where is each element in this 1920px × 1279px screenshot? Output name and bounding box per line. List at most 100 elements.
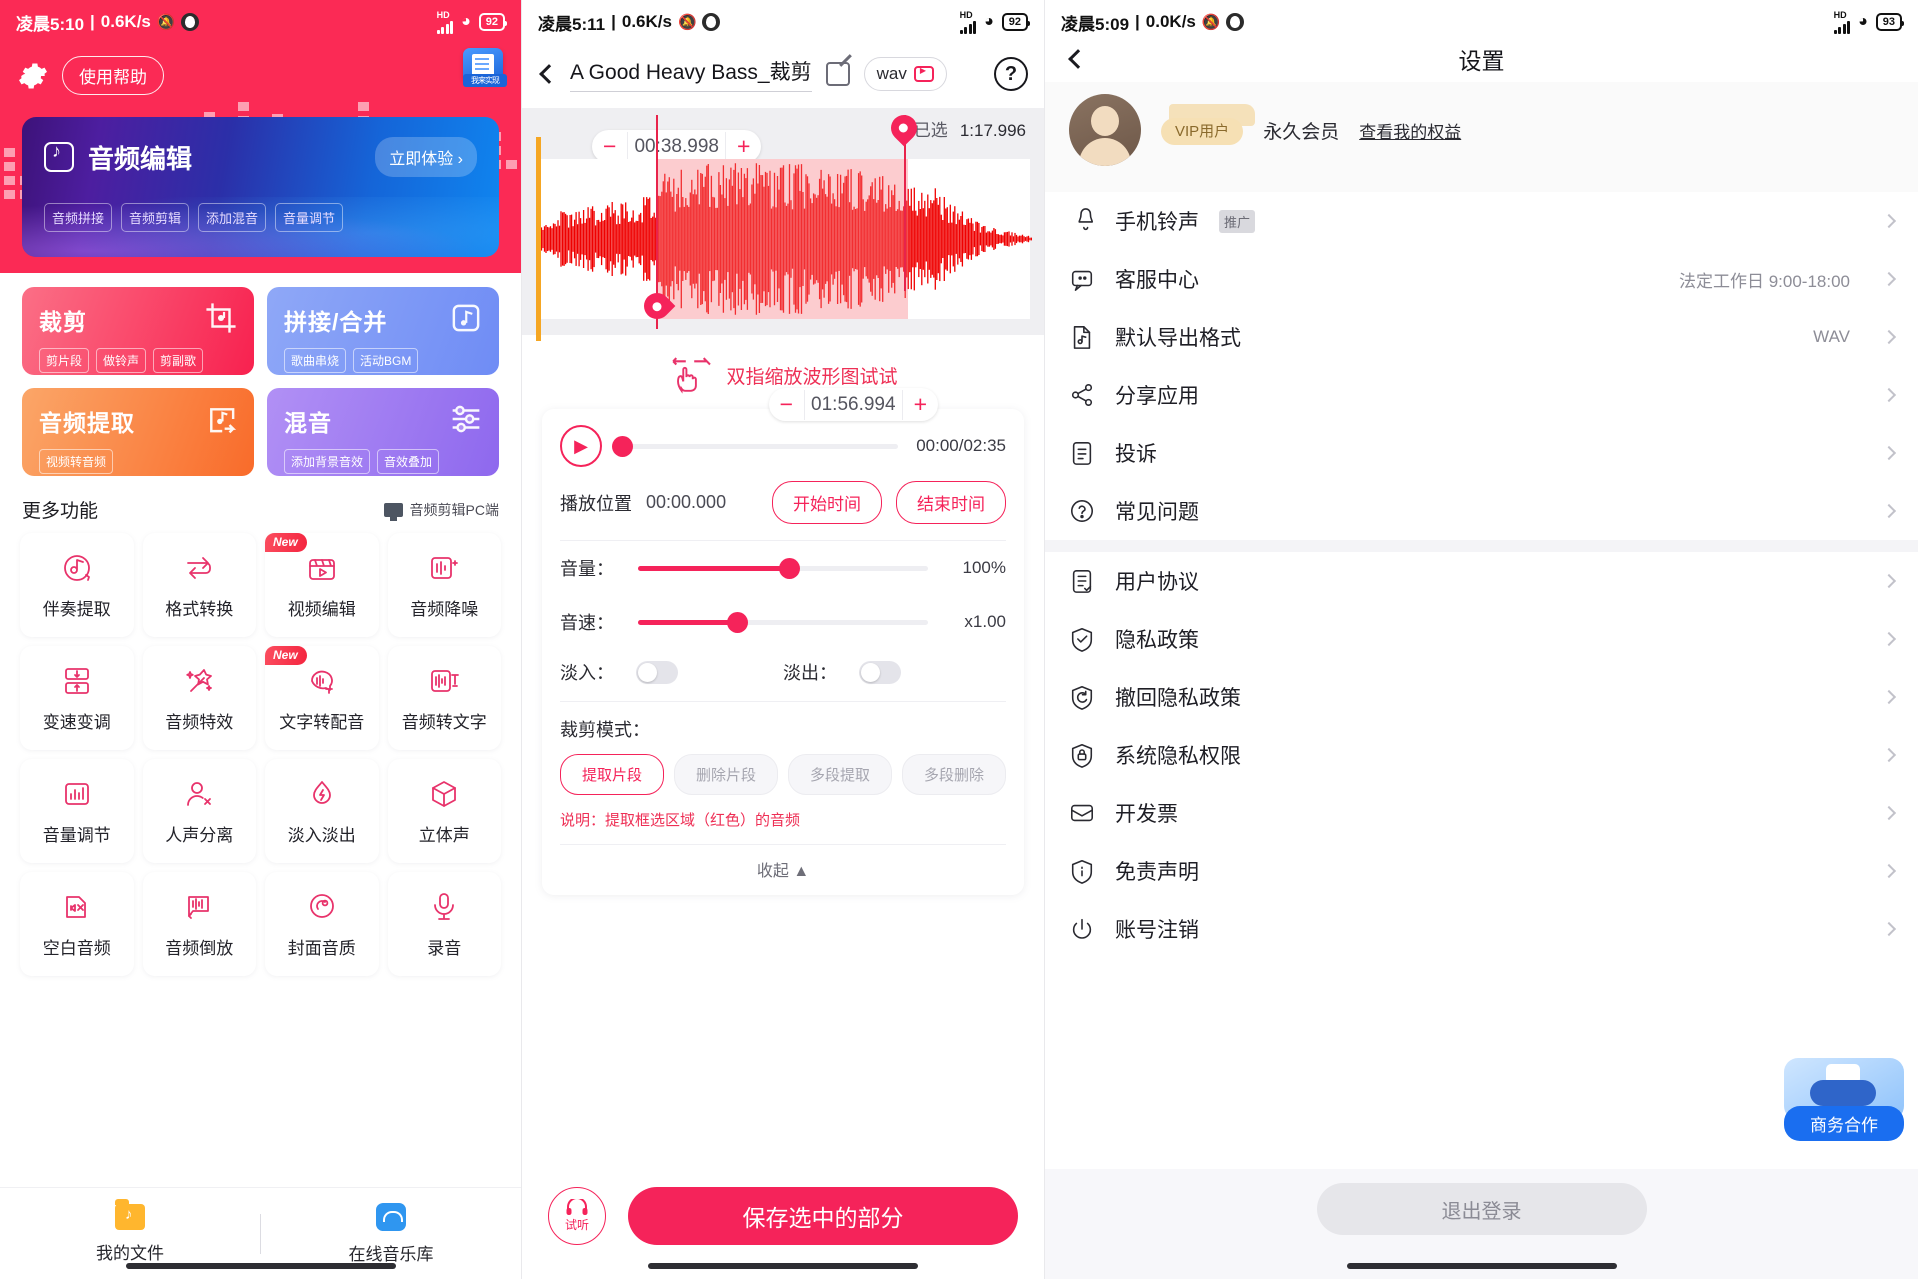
function-tile-1[interactable]: 伴奏提取 (20, 533, 134, 637)
plus-icon[interactable]: + (903, 388, 938, 421)
feature-card-merge[interactable]: 拼接/合并 歌曲串烧 活动BGM (267, 287, 499, 375)
settings-group-1: 手机铃声 推广 客服中心 法定工作日 9:00-18:00 默认导出格式 WAV… (1045, 192, 1918, 540)
mode-multi-extract[interactable]: 多段提取 (788, 754, 892, 795)
settings-item-b-6[interactable]: 免责声明 (1045, 842, 1918, 900)
settings-item-a-4[interactable]: 分享应用 (1045, 366, 1918, 424)
chevron-right-icon (1882, 690, 1896, 704)
format-label: wav (877, 64, 907, 84)
banner-cta-button[interactable]: 立即体验 › (375, 137, 477, 177)
pc-version-link[interactable]: 音频剪辑PC端 (384, 500, 499, 520)
speed-pitch-icon (60, 664, 94, 698)
tab-my-files[interactable]: 我的文件 (0, 1204, 260, 1264)
volume-label: 音量： (560, 555, 622, 581)
settings-item-a-2[interactable]: 客服中心 法定工作日 9:00-18:00 (1045, 250, 1918, 308)
editor-header: A Good Heavy Bass_裁剪 wav ? (522, 44, 1044, 108)
function-tile-12[interactable]: 立体声 (388, 759, 502, 863)
function-tile-3[interactable]: New视频编辑 (265, 533, 379, 637)
function-tile-13[interactable]: 空白音频 (20, 872, 134, 976)
setting-value: 法定工作日 9:00-18:00 (1679, 267, 1850, 292)
function-tile-5[interactable]: 变速变调 (20, 646, 134, 750)
agreement-icon (1069, 568, 1095, 594)
promo-badge[interactable]: 我来实现 (463, 48, 507, 87)
function-tile-11[interactable]: 淡入淡出 (265, 759, 379, 863)
function-tile-6[interactable]: 音频特效 (143, 646, 257, 750)
feature-card-crop[interactable]: 裁剪 剪片段 做铃声 剪副歌 (22, 287, 254, 375)
business-cooperation-label[interactable]: 商务合作 (1784, 1106, 1904, 1141)
card-tag: 剪副歌 (153, 348, 203, 373)
function-tile-7[interactable]: New文字转配音 (265, 646, 379, 750)
selection-value: 1:17.996 (960, 121, 1026, 140)
function-tile-14[interactable]: 音频倒放 (143, 872, 257, 976)
view-rights-link[interactable]: 查看我的权益 (1359, 118, 1461, 143)
settings-item-label: 系统隐私权限 (1115, 740, 1241, 770)
business-cooperation-widget[interactable]: 商务合作 (1784, 1058, 1904, 1141)
status-divider: | (90, 12, 95, 32)
function-tile-15[interactable]: 封面音质 (265, 872, 379, 976)
share-icon (1069, 382, 1095, 408)
function-tile-16[interactable]: 录音 (388, 872, 502, 976)
fade-in-label: 淡入： (560, 659, 622, 685)
waveform[interactable] (536, 159, 1030, 319)
denoise-icon (427, 551, 461, 585)
function-tile-9[interactable]: 音量调节 (20, 759, 134, 863)
settings-item-a-1[interactable]: 手机铃声 推广 (1045, 192, 1918, 250)
settings-item-b-5[interactable]: 开发票 (1045, 784, 1918, 842)
card-tag: 音效叠加 (377, 449, 439, 474)
preview-button[interactable]: 试听 (548, 1187, 606, 1245)
settings-item-b-4[interactable]: 系统隐私权限 (1045, 726, 1918, 784)
chevron-right-icon (1882, 272, 1896, 286)
fade-in-toggle[interactable] (636, 661, 678, 684)
logout-button[interactable]: 退出登录 (1317, 1183, 1647, 1235)
play-button[interactable]: ▶ (560, 425, 602, 467)
rename-icon[interactable] (826, 62, 850, 86)
function-tile-2[interactable]: 格式转换 (143, 533, 257, 637)
minus-icon[interactable]: − (769, 388, 804, 421)
settings-item-b-1[interactable]: 用户协议 (1045, 552, 1918, 610)
back-icon[interactable] (539, 64, 559, 84)
avatar[interactable] (1069, 94, 1141, 166)
function-tile-8[interactable]: 音频转文字 (388, 646, 502, 750)
seek-knob[interactable] (612, 436, 633, 457)
format-selector[interactable]: wav (864, 57, 947, 91)
end-time-stepper[interactable]: − 01:56.994 + (769, 388, 938, 421)
settings-item-b-7[interactable]: 账号注销 (1045, 900, 1918, 958)
settings-item-b-2[interactable]: 隐私政策 (1045, 610, 1918, 668)
question-icon[interactable]: ? (994, 57, 1028, 91)
tab-online-music[interactable]: 在线音乐库 (261, 1203, 521, 1265)
mode-note: 说明：提取框选区域（红色）的音频 (560, 795, 1006, 840)
collapse-button[interactable]: 收起 ▲ (560, 844, 1006, 895)
settings-item-a-5[interactable]: 投诉 (1045, 424, 1918, 482)
audio-edit-banner[interactable]: 音频编辑 立即体验 › 音频拼接 音频剪辑 添加混音 音量调节 (22, 117, 499, 257)
tab-label: 在线音乐库 (349, 1240, 434, 1265)
function-tile-10[interactable]: 人声分离 (143, 759, 257, 863)
set-start-time-button[interactable]: 开始时间 (772, 481, 882, 524)
settings-item-a-3[interactable]: 默认导出格式 WAV (1045, 308, 1918, 366)
power-icon (1069, 916, 1095, 942)
mode-extract-segment[interactable]: 提取片段 (560, 754, 664, 795)
mode-delete-segment[interactable]: 删除片段 (674, 754, 778, 795)
home-screen: 凌晨5:10 | 0.6K/s 🔕 HD ◕ 92 (0, 0, 521, 1279)
volume-slider[interactable] (638, 566, 928, 571)
progress-text: 00:00/02:35 (916, 436, 1006, 456)
profile-section[interactable]: VIP用户 永久会员 查看我的权益 (1045, 82, 1918, 192)
start-time-value: 00:38.998 (627, 132, 726, 162)
function-tile-4[interactable]: 音频降噪 (388, 533, 502, 637)
chevron-right-icon (1882, 214, 1896, 228)
feature-card-extract[interactable]: 音频提取 视频转音频 (22, 388, 254, 476)
speed-slider[interactable] (638, 620, 928, 625)
gear-icon[interactable] (18, 61, 48, 91)
save-selection-button[interactable]: 保存选中的部分 (628, 1187, 1018, 1245)
settings-item-a-6[interactable]: 常见问题 (1045, 482, 1918, 540)
feature-card-mix[interactable]: 混音 添加背景音效 音效叠加 (267, 388, 499, 476)
stereo-icon (427, 777, 461, 811)
mode-multi-delete[interactable]: 多段删除 (902, 754, 1006, 795)
help-button[interactable]: 使用帮助 (62, 56, 164, 95)
banner-title: 音频编辑 (88, 139, 192, 176)
set-end-time-button[interactable]: 结束时间 (896, 481, 1006, 524)
fade-out-toggle[interactable] (859, 661, 901, 684)
seek-bar[interactable] (620, 444, 898, 449)
selection-region[interactable] (656, 159, 908, 319)
playback-controls: ▶ 00:00/02:35 播放位置 00:00.000 开始时间 结束时间 音… (542, 409, 1024, 895)
monitor-icon (384, 503, 403, 517)
settings-item-b-3[interactable]: 撤回隐私政策 (1045, 668, 1918, 726)
